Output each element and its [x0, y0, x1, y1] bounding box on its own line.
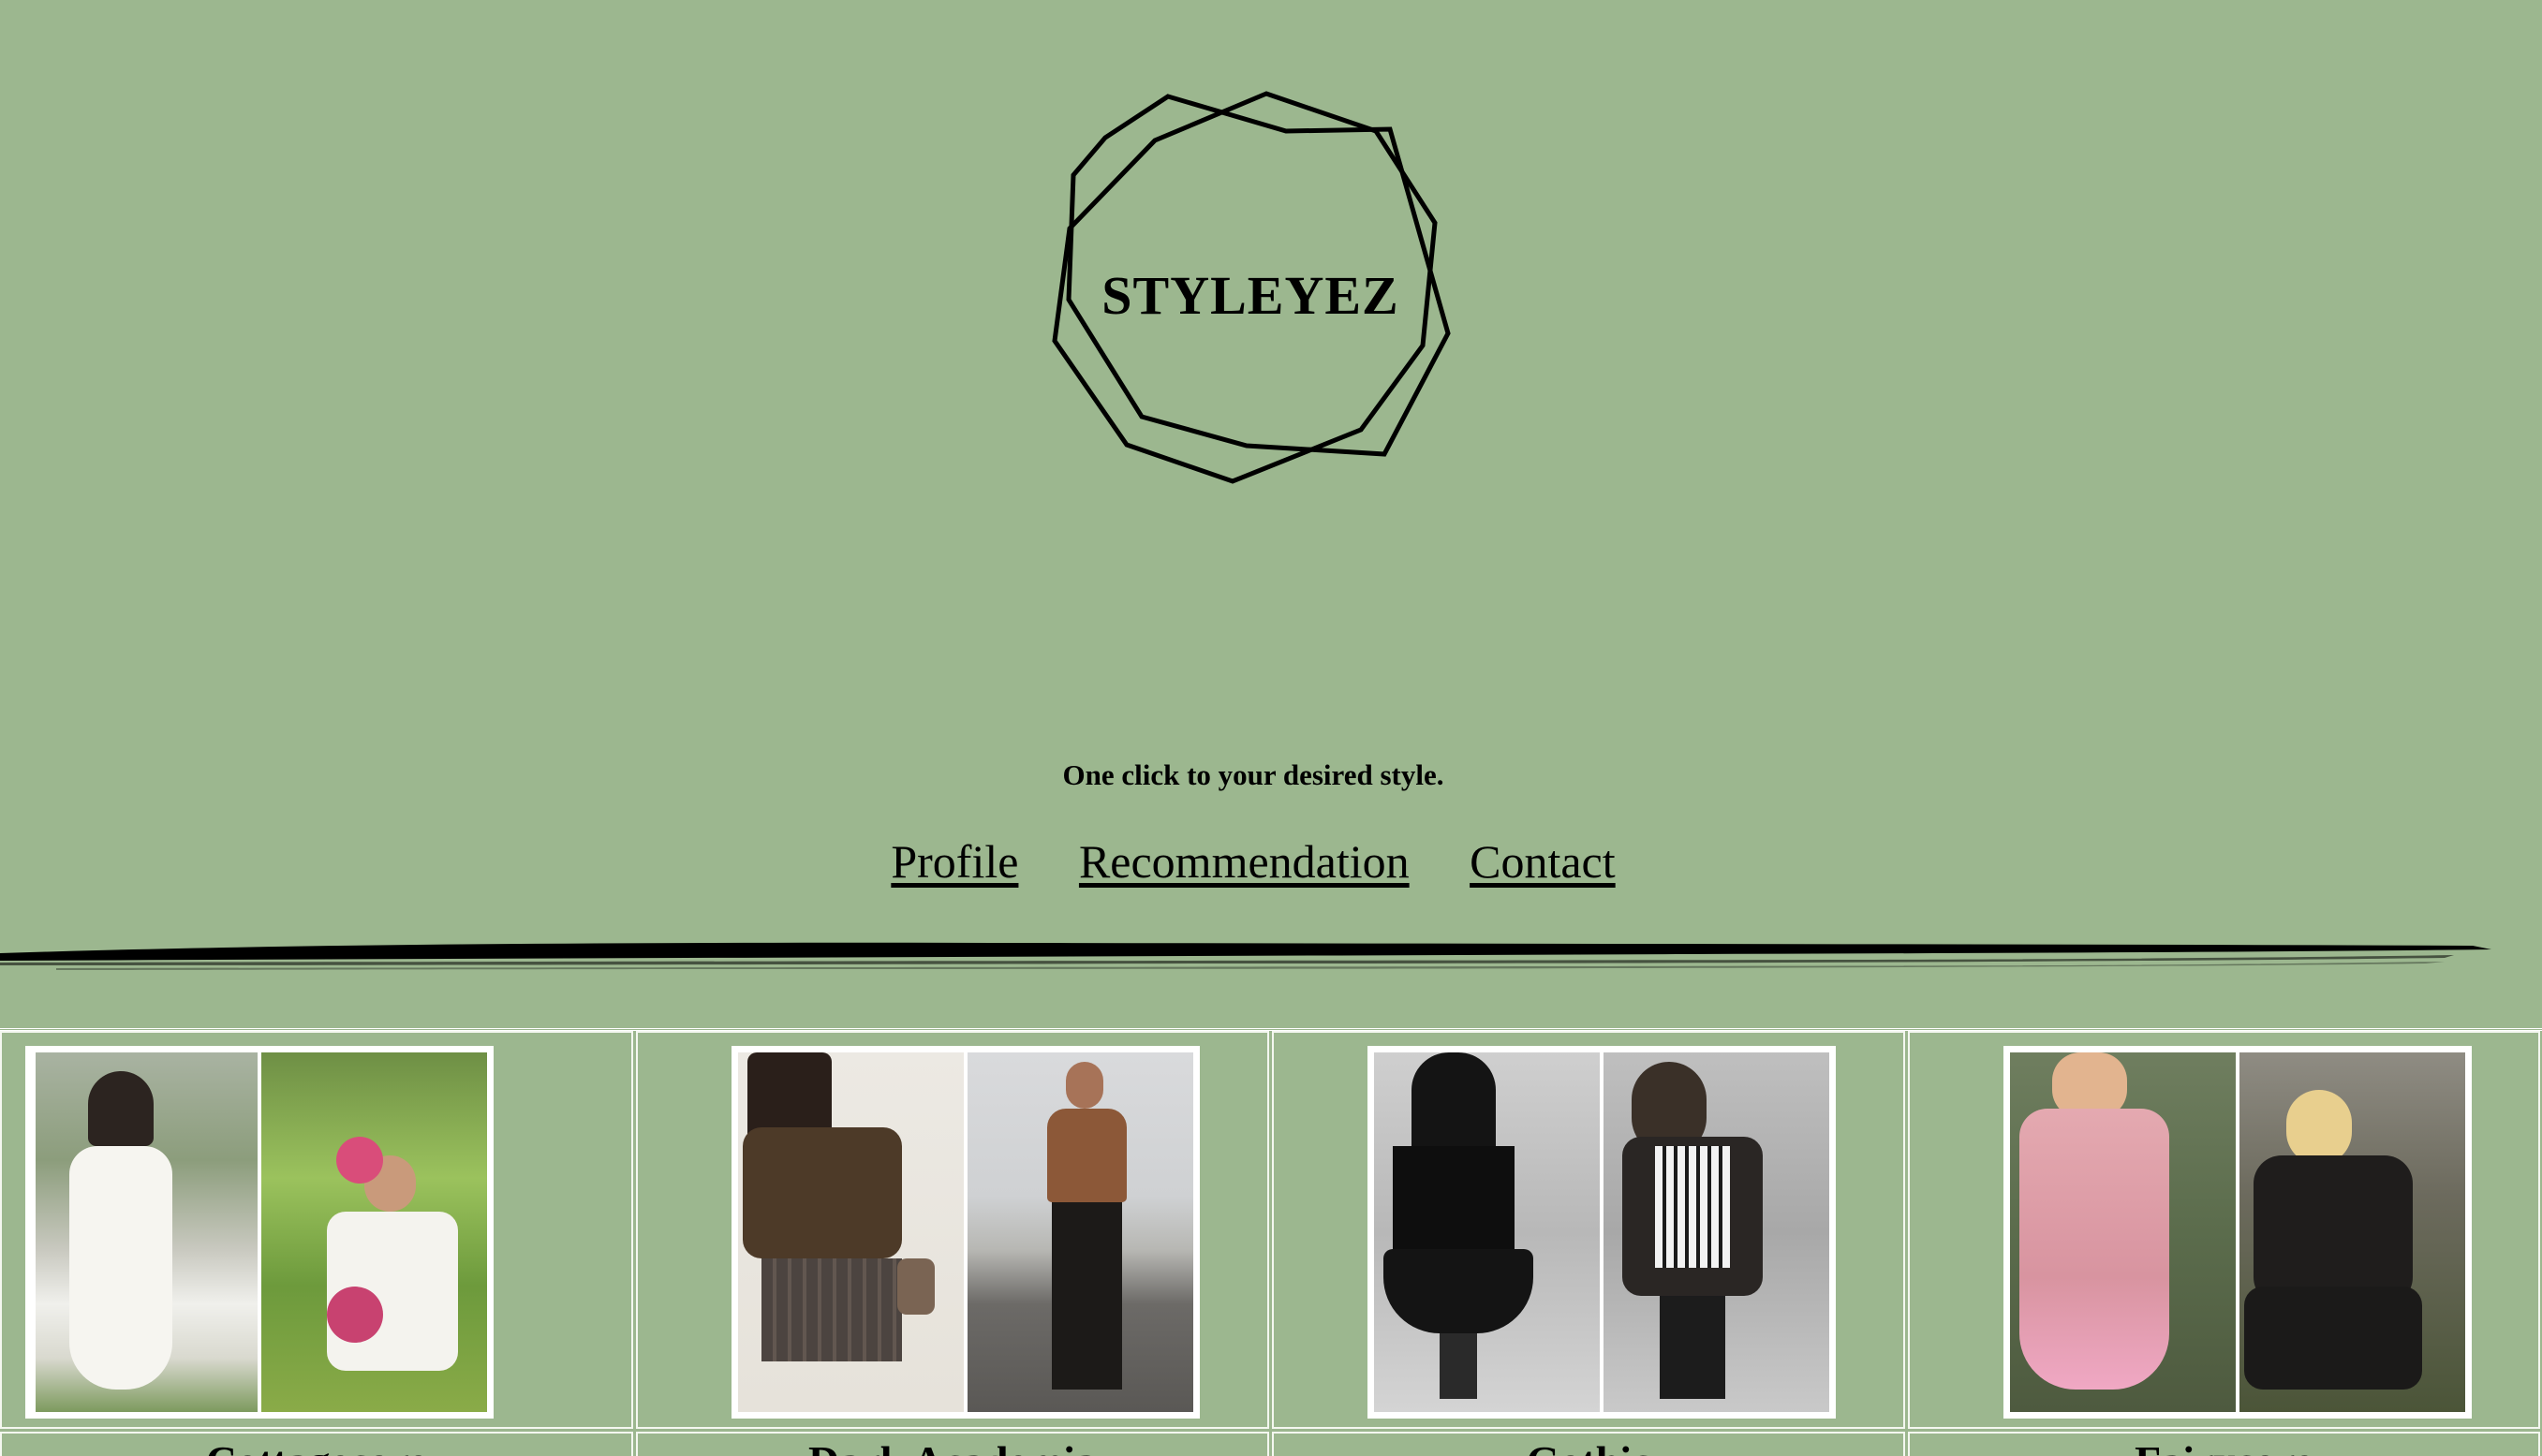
- nav-link-contact[interactable]: Contact: [1470, 835, 1616, 888]
- category-card-dark-academia[interactable]: [636, 1031, 1269, 1429]
- category-image-dark-academia[interactable]: [732, 1046, 1200, 1419]
- nav-link-recommendation[interactable]: Recommendation: [1079, 835, 1410, 888]
- nav-link-profile[interactable]: Profile: [891, 835, 1018, 888]
- category-card-gothic[interactable]: [1272, 1031, 1905, 1429]
- category-card-cottagecore[interactable]: [0, 1031, 633, 1429]
- category-image-row: [0, 1031, 2542, 1429]
- photo-left: [1374, 1052, 1600, 1412]
- category-label-row: Cottagecore Dark Academia Gothic Fairyco…: [0, 1432, 2542, 1456]
- category-label-cottagecore[interactable]: Cottagecore: [0, 1432, 633, 1456]
- photo-right: [968, 1052, 1193, 1412]
- brand-logo[interactable]: STYLEYEZ: [1035, 82, 1466, 513]
- tagline: One click to your desired style.: [1062, 758, 1444, 791]
- brush-divider: [0, 936, 2542, 974]
- category-card-fairycore[interactable]: [1908, 1031, 2540, 1429]
- photo-left: [738, 1052, 964, 1412]
- photo-left: [2010, 1052, 2236, 1412]
- photo-left: [32, 1052, 258, 1412]
- photo-right: [2239, 1052, 2465, 1412]
- photo-right: [261, 1052, 487, 1412]
- category-image-gothic[interactable]: [1367, 1046, 1836, 1419]
- page: STYLEYEZ One click to your desired style…: [0, 0, 2542, 1456]
- category-label-fairycore[interactable]: Fairycore: [1908, 1432, 2540, 1456]
- category-image-cottagecore[interactable]: [25, 1046, 494, 1419]
- main-nav: Profile Recommendation Contact: [0, 831, 2506, 891]
- photo-right: [1604, 1052, 1829, 1412]
- category-table: Cottagecore Dark Academia Gothic Fairyco…: [0, 1028, 2542, 1456]
- brand-name: STYLEYEZ: [1101, 265, 1399, 326]
- category-image-fairycore[interactable]: [2003, 1046, 2472, 1419]
- category-label-gothic[interactable]: Gothic: [1272, 1432, 1905, 1456]
- category-label-dark-academia[interactable]: Dark Academia: [636, 1432, 1269, 1456]
